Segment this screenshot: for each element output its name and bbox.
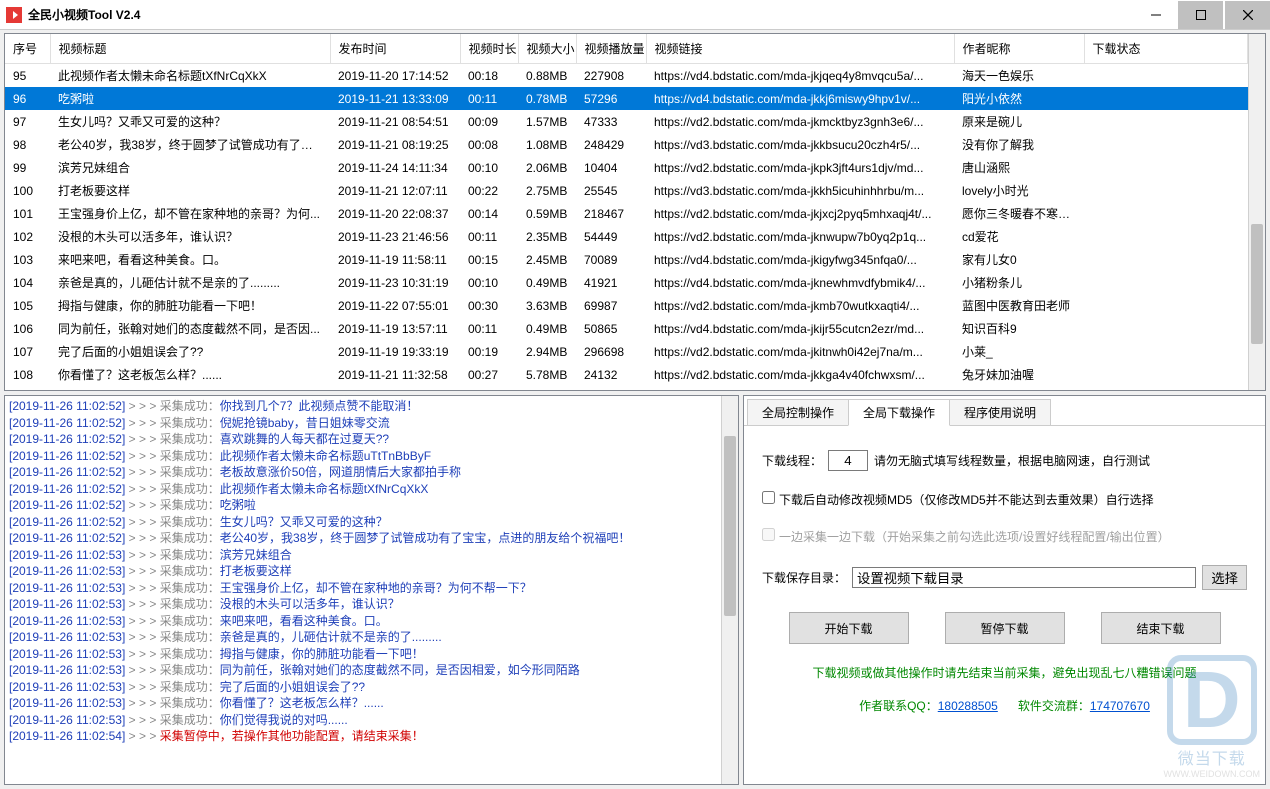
table-row[interactable]: 101王宝强身价上亿，却不管在家种地的亲哥？为何...2019-11-20 22… — [5, 202, 1248, 225]
app-icon — [6, 7, 22, 23]
threads-label: 下载线程： — [762, 452, 822, 469]
log-line: [2019-11-26 11:02:53] > > > 采集成功：亲爸是真的，儿… — [9, 629, 734, 646]
md5-checkbox-label[interactable]: 下载后自动修改视频MD5（仅修改MD5并不能达到去重效果）自行选择 — [762, 491, 1154, 508]
table-row[interactable]: 102没根的木头可以活多年，谁认识？2019-11-23 21:46:5600:… — [5, 225, 1248, 248]
log-line: [2019-11-26 11:02:53] > > > 采集成功：完了后面的小姐… — [9, 679, 734, 696]
table-row[interactable]: 103来吧来吧，看看这种美食。口。2019-11-19 11:58:1100:1… — [5, 248, 1248, 271]
log-line: [2019-11-26 11:02:53] > > > 采集成功：来吧来吧，看看… — [9, 613, 734, 630]
column-header[interactable]: 序号 — [5, 34, 50, 64]
table-row[interactable]: 105拇指与健康，你的肺脏功能看一下吧！2019-11-22 07:55:010… — [5, 294, 1248, 317]
column-header[interactable]: 下载状态 — [1084, 34, 1248, 64]
table-row[interactable]: 98老公40岁，我38岁，终于圆梦了试管成功有了宝...2019-11-21 0… — [5, 133, 1248, 156]
log-line: [2019-11-26 11:02:53] > > > 采集成功：滨芳兄妹组合 — [9, 547, 734, 564]
control-panel: 全局控制操作全局下载操作程序使用说明 下载线程： 请勿无脑式填写线程数量，根据电… — [743, 395, 1266, 785]
column-header[interactable]: 视频链接 — [646, 34, 954, 64]
log-line: [2019-11-26 11:02:53] > > > 采集成功：没根的木头可以… — [9, 596, 734, 613]
pause-download-button[interactable]: 暂停下载 — [945, 612, 1065, 644]
log-line: [2019-11-26 11:02:53] > > > 采集成功：打老板要这样 — [9, 563, 734, 580]
log-line: [2019-11-26 11:02:54] > > > 采集暂停中，若操作其他功… — [9, 728, 734, 745]
tab[interactable]: 全局下载操作 — [848, 399, 950, 426]
log-scrollbar[interactable] — [721, 396, 738, 784]
column-header[interactable]: 视频大小 — [518, 34, 576, 64]
autodl-checkbox-label: 一边采集一边下载（开始采集之前勾选此选项/设置好线程配置/输出位置） — [762, 528, 1170, 545]
table-row[interactable]: 108你看懂了？这老板怎么样？......2019-11-21 11:32:58… — [5, 363, 1248, 386]
browse-button[interactable]: 选择 — [1202, 565, 1247, 590]
column-header[interactable]: 作者昵称 — [954, 34, 1084, 64]
log-line: [2019-11-26 11:02:53] > > > 采集成功：你们觉得我说的… — [9, 712, 734, 729]
video-table[interactable]: 序号视频标题发布时间视频时长视频大小视频播放量视频链接作者昵称下载状态 95此视… — [4, 33, 1266, 391]
table-row[interactable]: 106同为前任，张翰对她们的态度截然不同，是否因...2019-11-19 13… — [5, 317, 1248, 340]
column-header[interactable]: 视频标题 — [50, 34, 330, 64]
log-line: [2019-11-26 11:02:52] > > > 采集成功：喜欢跳舞的人每… — [9, 431, 734, 448]
log-line: [2019-11-26 11:02:53] > > > 采集成功：同为前任，张翰… — [9, 662, 734, 679]
table-row[interactable]: 99滨芳兄妹组合2019-11-24 14:11:3400:102.06MB10… — [5, 156, 1248, 179]
log-line: [2019-11-26 11:02:52] > > > 采集成功：老板故意涨价5… — [9, 464, 734, 481]
log-line: [2019-11-26 11:02:52] > > > 采集成功：此视频作者太懒… — [9, 481, 734, 498]
log-line: [2019-11-26 11:02:52] > > > 采集成功：倪妮抢镜bab… — [9, 415, 734, 432]
table-scrollbar[interactable] — [1248, 34, 1265, 390]
log-line: [2019-11-26 11:02:52] > > > 采集成功：你找到几个7？… — [9, 398, 734, 415]
table-row[interactable]: 107完了后面的小姐姐误会了??2019-11-19 19:33:1900:19… — [5, 340, 1248, 363]
start-download-button[interactable]: 开始下载 — [789, 612, 909, 644]
table-row[interactable]: 97生女儿吗？又乖又可爱的这种？2019-11-21 08:54:5100:09… — [5, 110, 1248, 133]
warning-text: 下载视频或做其他操作时请先结束当前采集，避免出现乱七八糟错误问题 — [762, 664, 1247, 681]
column-header[interactable]: 视频播放量 — [576, 34, 646, 64]
qq-link[interactable]: 180288505 — [938, 699, 998, 713]
contact-text: 作者联系QQ：180288505 软件交流群：174707670 — [762, 697, 1247, 714]
log-line: [2019-11-26 11:02:52] > > > 采集成功：生女儿吗？又乖… — [9, 514, 734, 531]
dir-label: 下载保存目录： — [762, 569, 846, 586]
log-line: [2019-11-26 11:02:52] > > > 采集成功：吃粥啦 — [9, 497, 734, 514]
tab[interactable]: 全局控制操作 — [747, 399, 849, 425]
table-row[interactable]: 104亲爸是真的，儿砸估计就不是亲的了.........2019-11-23 1… — [5, 271, 1248, 294]
close-button[interactable] — [1225, 1, 1270, 29]
tab[interactable]: 程序使用说明 — [949, 399, 1051, 425]
table-row[interactable]: 100打老板要这样2019-11-21 12:07:1100:222.75MB2… — [5, 179, 1248, 202]
maximize-button[interactable] — [1178, 1, 1223, 29]
group-link[interactable]: 174707670 — [1090, 699, 1150, 713]
log-line: [2019-11-26 11:02:53] > > > 采集成功：王宝强身价上亿… — [9, 580, 734, 597]
log-panel[interactable]: [2019-11-26 11:02:52] > > > 采集成功：你找到几个7？… — [4, 395, 739, 785]
log-line: [2019-11-26 11:02:53] > > > 采集成功：拇指与健康，你… — [9, 646, 734, 663]
autodl-checkbox — [762, 528, 775, 541]
log-line: [2019-11-26 11:02:53] > > > 采集成功：你看懂了？这老… — [9, 695, 734, 712]
column-header[interactable]: 发布时间 — [330, 34, 460, 64]
title-bar: 全民小视频Tool V2.4 — [0, 0, 1270, 30]
table-row[interactable]: 109你们觉得我说的对吗......2019-11-22 22:27:3400:… — [5, 386, 1248, 391]
table-row[interactable]: 95此视频作者太懒未命名标题tXfNrCqXkX2019-11-20 17:14… — [5, 64, 1248, 88]
stop-download-button[interactable]: 结束下载 — [1101, 612, 1221, 644]
md5-checkbox[interactable] — [762, 491, 775, 504]
log-line: [2019-11-26 11:02:52] > > > 采集成功：老公40岁，我… — [9, 530, 734, 547]
table-row[interactable]: 96吃粥啦2019-11-21 13:33:0900:110.78MB57296… — [5, 87, 1248, 110]
threads-hint: 请勿无脑式填写线程数量，根据电脑网速，自行测试 — [874, 452, 1150, 469]
minimize-button[interactable] — [1133, 1, 1178, 29]
column-header[interactable]: 视频时长 — [460, 34, 518, 64]
dir-input[interactable] — [852, 567, 1196, 588]
log-line: [2019-11-26 11:02:52] > > > 采集成功：此视频作者太懒… — [9, 448, 734, 465]
threads-input[interactable] — [828, 450, 868, 471]
window-title: 全民小视频Tool V2.4 — [28, 6, 1133, 23]
